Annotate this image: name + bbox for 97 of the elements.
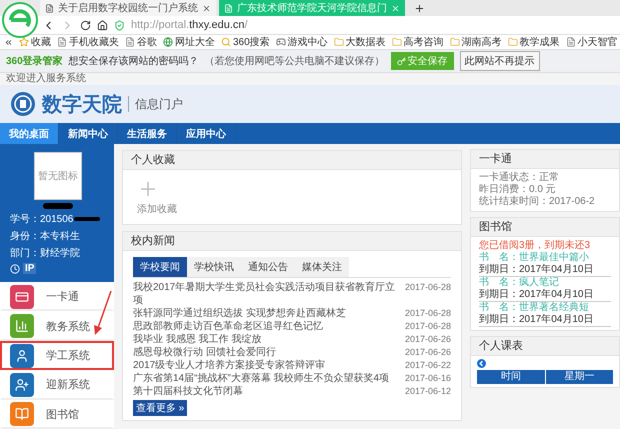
news-link[interactable]: 广东省第14届“挑战杯”大赛落幕 我校师生不负众望获奖4项	[133, 372, 390, 385]
folder-icon	[508, 37, 518, 47]
library-text: 您已借阅3册，到期未还3	[479, 240, 592, 252]
sidebar-item[interactable]: 一卡通	[0, 282, 114, 312]
placeholder-text: 暂无图标	[38, 170, 78, 183]
sidebar-item[interactable]: 教务系统	[0, 311, 114, 341]
sidebar-item[interactable]: 迎新系统	[0, 370, 114, 400]
bookmark-item[interactable]: 高考咨询	[392, 35, 444, 49]
previous-icon[interactable]	[477, 359, 486, 368]
bookmark-item[interactable]: 大数据表	[334, 35, 386, 49]
news-link[interactable]: 2017级专业人才培养方案接受专家答辩评审	[133, 359, 326, 372]
bookmark-item[interactable]: 湖南高考	[450, 35, 502, 49]
news-date: 2017-06-28	[404, 320, 451, 333]
news-link[interactable]: 张轩源同学通过组织选拔 实现梦想奔赴西藏林芝	[133, 307, 346, 320]
folder-icon	[334, 37, 344, 47]
search-icon	[221, 37, 231, 47]
sidebar-item[interactable]: 学工系统	[0, 340, 114, 370]
library-text: 到期日：2017年04月10日	[479, 289, 611, 302]
bookmark-item[interactable]: 收藏	[19, 35, 51, 49]
close-icon[interactable]	[202, 4, 211, 12]
student-id: 学号：201506	[10, 213, 74, 226]
table-header-cell: 时间	[477, 370, 544, 384]
news-link[interactable]: 感恩母校微行动 回馈社会爱同行	[133, 346, 276, 359]
globe-icon	[163, 37, 173, 47]
bookmark-item[interactable]: 网址大全	[163, 35, 215, 49]
card-title: 个人收藏	[123, 151, 461, 170]
news-date: 2017-06-16	[404, 372, 451, 385]
gamepad-icon	[276, 37, 286, 47]
star-icon	[19, 37, 29, 47]
bookmark-item[interactable]: 手机收藏夹	[57, 35, 119, 49]
annotation-arrow	[93, 290, 113, 336]
page-icon	[57, 37, 67, 47]
department-text: 部门：财经学院	[10, 246, 81, 260]
news-link[interactable]: 第十四届科技文化节闭幕	[133, 385, 243, 398]
save-password-question: 想安全保存该网站的密码吗？	[68, 54, 199, 68]
library-text: 到期日：2017年04月10日	[479, 314, 611, 327]
address-field[interactable]: http://portal.thxy.edu.cn/	[131, 19, 248, 31]
add-favorite-label[interactable]: 添加收藏	[137, 202, 461, 216]
news-tab[interactable]: 学校要闻	[133, 257, 187, 277]
new-tab-icon[interactable]	[414, 2, 425, 14]
tab-title: 关于启用数字校园统一门户系统	[58, 2, 198, 15]
identity-text: 身份：本专科生	[10, 230, 81, 243]
page-icon	[224, 4, 233, 12]
portal-logo-title: 数字天院	[42, 92, 122, 118]
home-icon[interactable]	[97, 20, 108, 30]
ip-label[interactable]: IP	[23, 263, 36, 274]
news-date: 2017-06-28	[404, 307, 451, 320]
redaction-mark	[74, 217, 100, 221]
library-text: 到期日：2017年04月10日	[479, 264, 611, 277]
clock-icon[interactable]	[10, 264, 20, 274]
news-date: 2017-06-26	[404, 333, 451, 346]
password-manager-brand: 360登录管家	[6, 54, 63, 68]
news-tab[interactable]: 媒体关注	[295, 257, 349, 277]
news-date: 2017-06-28	[404, 281, 451, 294]
portal-subtitle: 信息门户	[135, 96, 183, 112]
browser-tab[interactable]: 关于启用数字校园统一门户系统	[40, 0, 216, 16]
tab-title: 广东技术师范学院天河学院信息门	[237, 2, 387, 15]
library-text: 书 名：疯人笔记	[479, 277, 560, 288]
card-info-text: 一卡通状态：正常	[479, 172, 560, 184]
bookmark-item[interactable]: 游戏中心	[276, 35, 328, 49]
sidebar-toggle-icon[interactable]	[4, 38, 13, 46]
nav-tab[interactable]: 应用中心	[177, 123, 236, 144]
card-title: 个人课表	[471, 337, 619, 356]
more-button[interactable]: 查看更多 »	[133, 400, 188, 416]
news-date: 2017-06-22	[404, 359, 451, 372]
bookmark-item[interactable]: 谷歌	[125, 35, 157, 49]
news-date: 2017-06-26	[404, 346, 451, 359]
card-info-text: 统计结束时间：2017-06-2	[479, 196, 596, 208]
page-icon	[45, 4, 54, 12]
library-text: 书 名：世界最佳中篇小	[479, 252, 590, 264]
news-tab[interactable]: 学校快讯	[187, 257, 241, 277]
news-date: 2017-06-12	[404, 385, 451, 398]
card-title: 一卡通	[471, 150, 619, 169]
card-info-text: 昨日消费：0.0 元	[479, 184, 557, 196]
table-header-cell: 星期一	[546, 370, 613, 384]
page-icon	[566, 37, 576, 47]
key-icon	[396, 56, 406, 66]
folder-icon	[392, 37, 402, 47]
nav-tab[interactable]: 生活服务	[118, 123, 177, 144]
news-tab[interactable]: 通知公告	[241, 257, 295, 277]
redaction-mark	[43, 203, 73, 209]
news-link[interactable]: 我毕业 我感恩 我工作 我绽放	[133, 333, 262, 346]
page-icon	[125, 37, 135, 47]
news-link[interactable]: 我校2017年暑期大学生党员社会实践活动项目获省教育厅立项	[133, 281, 399, 307]
library-text: 书 名：世界著名经典短	[479, 302, 590, 314]
reload-icon[interactable]	[80, 20, 91, 30]
card-title: 图书馆	[471, 218, 619, 237]
sidebar-item[interactable]: 图书馆	[0, 400, 114, 429]
save-password-hint: （若您使用网吧等公共电脑不建议保存）	[204, 54, 385, 68]
never-for-site-button[interactable]: 此网站不再提示	[460, 51, 540, 71]
folder-icon	[450, 37, 460, 47]
bookmark-item[interactable]: 小天智官	[566, 35, 618, 49]
school-emblem-icon	[10, 91, 36, 117]
bookmark-item[interactable]: 360搜索	[221, 35, 270, 49]
news-link[interactable]: 思政部教师走访百色革命老区追寻红色记忆	[133, 320, 323, 333]
card-title: 校内新闻	[123, 232, 461, 251]
bookmark-item[interactable]: 教学成果	[508, 35, 560, 49]
